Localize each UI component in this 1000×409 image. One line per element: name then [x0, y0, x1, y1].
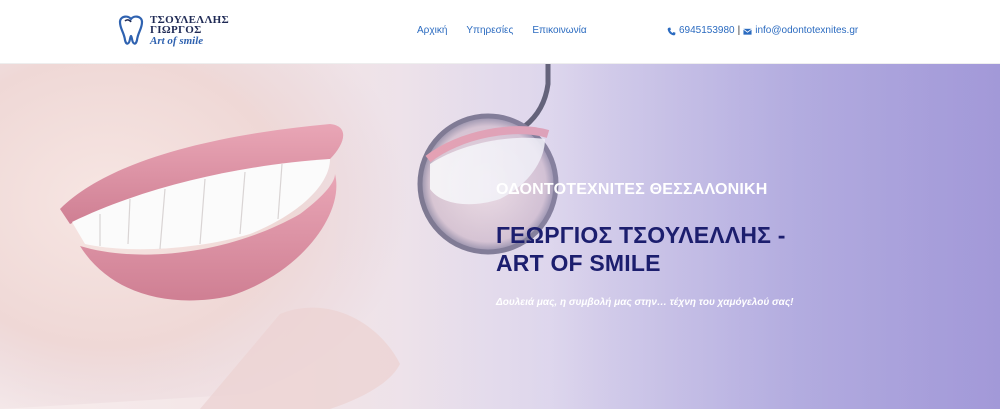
brand-logo[interactable]: ΤΣΟΥΛΕΛΛΗΣ ΓΙΩΡΓΟΣ Art of smile — [116, 12, 236, 52]
hero-tagline: Δουλειά μας, η συμβολή μας στην… τέχνη τ… — [496, 297, 794, 308]
phone-link[interactable]: 6945153980 — [679, 24, 735, 38]
hero-subtitle: ΟΔΟΝΤΟΤΕΧΝΙΤΕΣ ΘΕΣΣΑΛΟΝΙΚΗ — [496, 181, 768, 198]
phone-icon — [667, 27, 676, 35]
nav-item-services[interactable]: Υπηρεσίες — [466, 24, 513, 38]
contact-separator: | — [737, 25, 741, 36]
tooth-logo-icon — [118, 15, 144, 45]
hero-banner: ΟΔΟΝΤΟΤΕΧΝΙΤΕΣ ΘΕΣΣΑΛΟΝΙΚΗ ΓΕΩΡΓΙΟΣ ΤΣΟΥ… — [0, 64, 1000, 409]
hero-title: ΓΕΩΡΓΙΟΣ ΤΣΟΥΛΕΛΛΗΣ - ART OF SMILE — [496, 222, 786, 276]
header-contact: 6945153980 | info@odontotexnites.gr — [667, 24, 858, 38]
nav-item-home[interactable]: Αρχική — [417, 24, 447, 38]
envelope-icon — [743, 28, 753, 35]
main-nav: Αρχική Υπηρεσίες Επικοινωνία — [417, 24, 606, 38]
email-link[interactable]: info@odontotexnites.gr — [755, 24, 858, 38]
nav-item-contact[interactable]: Επικοινωνία — [532, 24, 586, 38]
site-header: ΤΣΟΥΛΕΛΛΗΣ ΓΙΩΡΓΟΣ Art of smile Αρχική Υ… — [0, 0, 1000, 64]
brand-slogan: Art of smile — [150, 35, 204, 47]
